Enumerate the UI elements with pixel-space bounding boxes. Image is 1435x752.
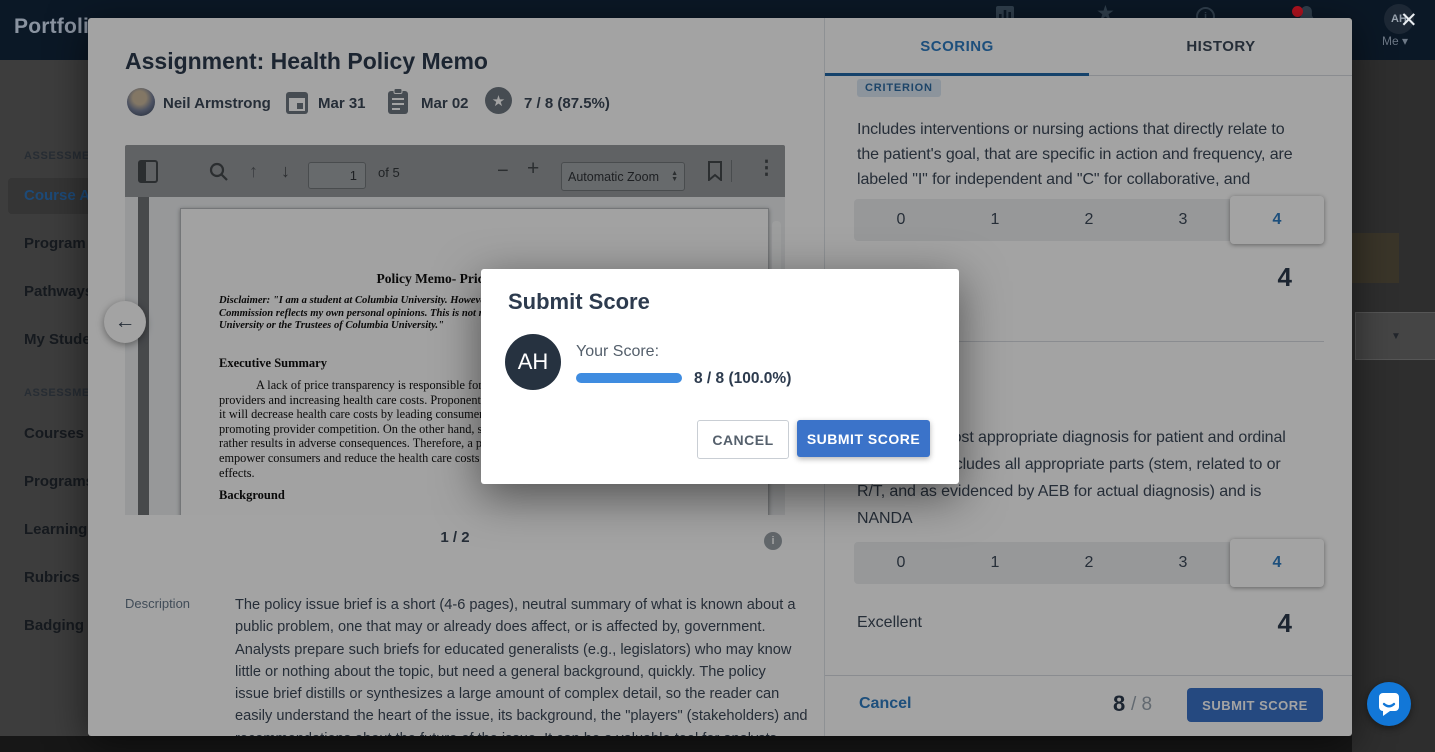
score-progress-bar: [576, 373, 682, 383]
dialog-title: Submit Score: [508, 289, 650, 314]
chat-bubble-icon: [1379, 693, 1399, 716]
background-grade-box: [1352, 233, 1399, 283]
scorer-avatar: AH: [505, 334, 561, 390]
dialog-submit-button[interactable]: SUBMIT SCORE: [797, 420, 930, 457]
app-root: Portfolium ★ i AH Me ▾ ✕ ASSESSMENTS Cou…: [0, 0, 1435, 752]
sidebar-item-learning[interactable]: Learning: [24, 521, 87, 538]
sidebar-item-programs[interactable]: Programs: [24, 473, 94, 490]
background-bottom-strip: [0, 736, 1352, 752]
sidebar-item-badging[interactable]: Badging: [24, 617, 84, 634]
chat-launcher-button[interactable]: [1367, 682, 1411, 726]
sidebar-item-rubrics[interactable]: Rubrics: [24, 569, 80, 586]
sidebar-item-courses[interactable]: Courses: [24, 425, 84, 442]
sidebar-item-pathways[interactable]: Pathways: [24, 283, 93, 300]
your-score-label: Your Score:: [576, 343, 660, 360]
caret-down-icon: ▼: [1391, 330, 1401, 342]
dialog-cancel-button[interactable]: CANCEL: [697, 420, 789, 459]
close-icon[interactable]: ✕: [1400, 10, 1418, 31]
background-page-strip: [1352, 60, 1435, 752]
dialog-score-text: 8 / 8 (100.0%): [694, 370, 792, 387]
background-dropdown: ▼: [1355, 312, 1435, 360]
submit-score-dialog: Submit Score AH Your Score: 8 / 8 (100.0…: [481, 269, 959, 484]
notification-badge-dot: [1292, 6, 1303, 17]
me-menu[interactable]: Me ▾: [1382, 34, 1408, 48]
chevron-down-icon: ▾: [1402, 34, 1409, 48]
